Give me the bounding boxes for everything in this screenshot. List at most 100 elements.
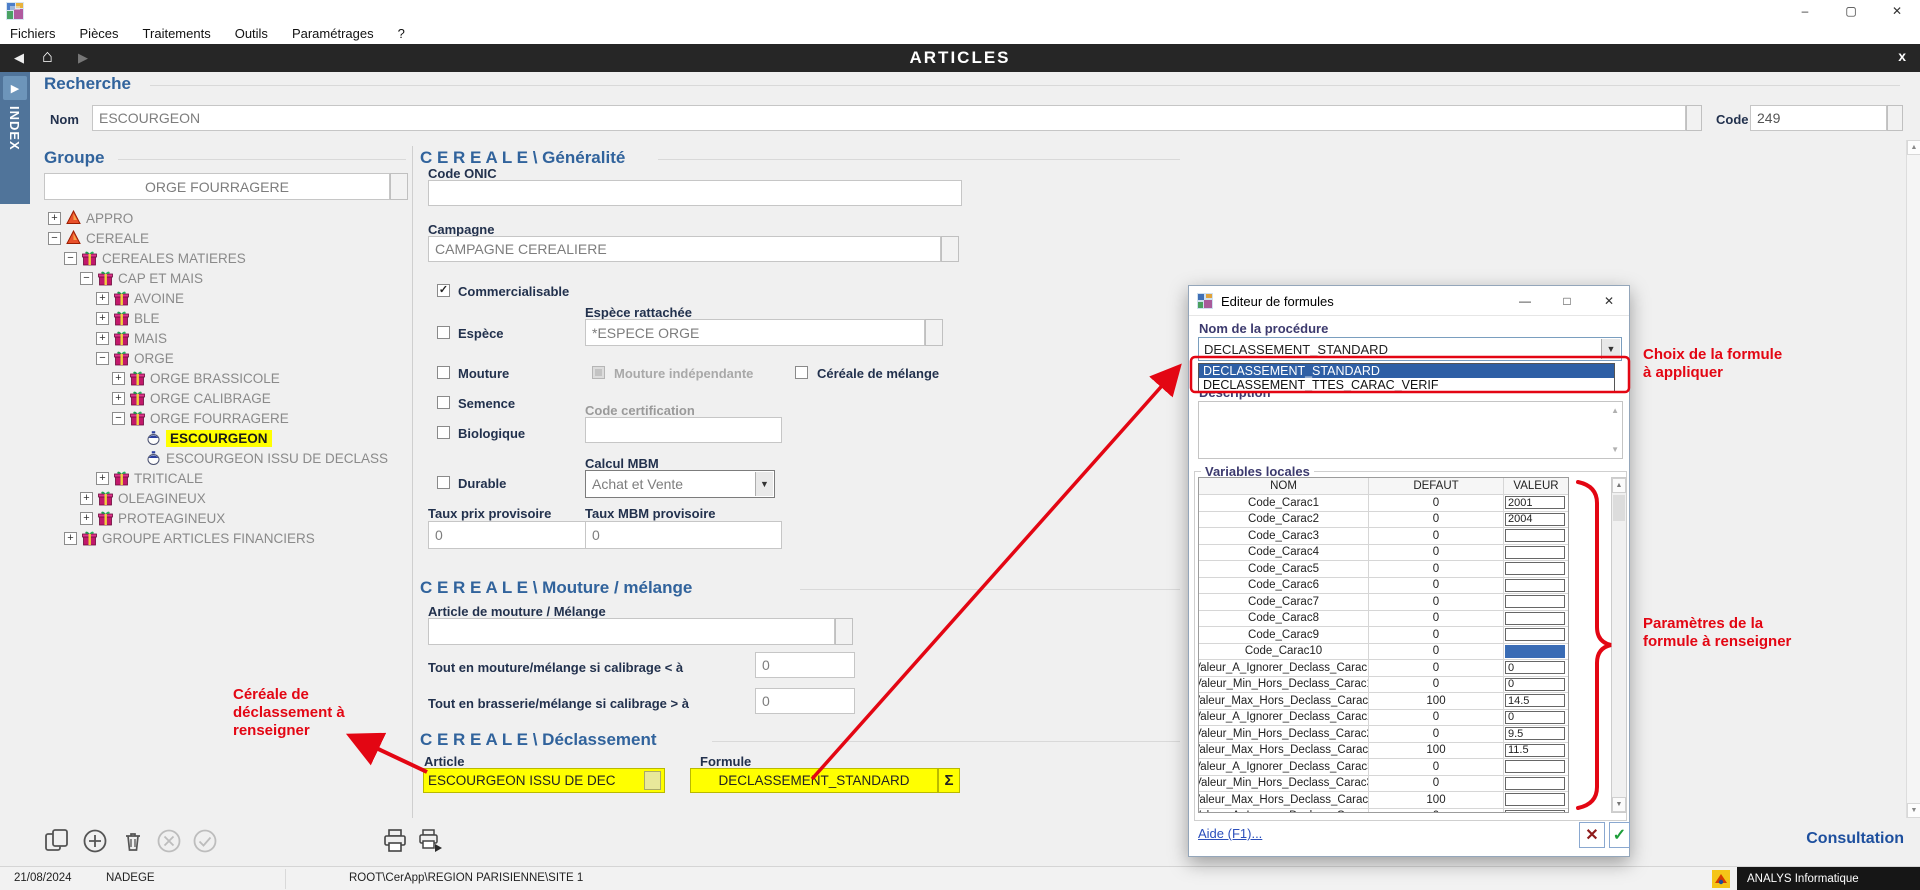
valeur-cell-input[interactable] (1505, 760, 1565, 773)
window-close-button[interactable]: ✕ (1874, 0, 1920, 22)
valeur-cell-input[interactable] (1505, 546, 1565, 559)
nom-input[interactable]: ESCOURGEON (92, 105, 1686, 131)
expand-icon[interactable]: + (96, 292, 109, 305)
tree-item-escourgeon-issu-de-declass[interactable]: ESCOURGEON ISSU DE DECLASS (40, 448, 410, 468)
dialog-minimize-button[interactable]: — (1505, 286, 1545, 315)
dialog-close-button[interactable]: ✕ (1589, 286, 1629, 315)
valeur-cell-input[interactable]: 11.5 (1505, 744, 1565, 757)
brasserie-calibrage-input[interactable]: 0 (755, 688, 855, 714)
expand-icon[interactable]: + (112, 392, 125, 405)
tree-item-mais[interactable]: +MAIS (40, 328, 410, 348)
valeur-cell-selected[interactable] (1505, 645, 1565, 658)
expand-icon[interactable]: + (96, 472, 109, 485)
collapse-icon[interactable]: − (112, 412, 125, 425)
tree-item-orge[interactable]: −ORGE (40, 348, 410, 368)
tree-item-cereales-matieres[interactable]: −CEREALES MATIERES (40, 248, 410, 268)
campagne-input[interactable]: CAMPAGNE CEREALIERE (428, 236, 941, 262)
formula-editor-sigma-icon[interactable]: Σ (938, 768, 960, 793)
expand-icon[interactable]: + (64, 532, 77, 545)
menu-item-?[interactable]: ? (388, 26, 419, 41)
valeur-cell-input[interactable] (1505, 562, 1565, 575)
menu-item-pices[interactable]: Pièces (70, 26, 133, 41)
dialog-validate-button[interactable]: ✓ (1609, 822, 1630, 848)
expand-icon[interactable]: + (48, 212, 61, 225)
tree-item-triticale[interactable]: +TRITICALE (40, 468, 410, 488)
groupe-selected-input[interactable]: ORGE FOURRAGERE (44, 173, 390, 200)
campagne-browse-button[interactable] (941, 236, 959, 262)
valeur-cell-input[interactable]: 0 (1505, 678, 1565, 691)
valeur-cell-input[interactable]: 9.5 (1505, 727, 1565, 740)
taux-mbm-input[interactable]: 0 (585, 521, 782, 549)
valeur-cell-input[interactable]: 0 (1505, 711, 1565, 724)
help-link[interactable]: Aide (F1)... (1198, 826, 1262, 841)
collapse-icon[interactable]: − (48, 232, 61, 245)
tree-item-appro[interactable]: +APPRO (40, 208, 410, 228)
procedure-option-0[interactable]: DECLASSEMENT_STANDARD (1199, 364, 1614, 378)
procedure-combobox[interactable]: DECLASSEMENT_STANDARD ▼ (1198, 337, 1622, 361)
table-scroll-thumb[interactable] (1613, 495, 1625, 521)
menu-item-paramtrages[interactable]: Paramétrages (282, 26, 388, 41)
valeur-cell-input[interactable] (1505, 793, 1565, 806)
expand-icon[interactable]: + (80, 492, 93, 505)
cereale-melange-checkbox[interactable] (795, 366, 808, 379)
valeur-cell-input[interactable]: 14.5 (1505, 694, 1565, 707)
article-mouture-browse-button[interactable] (835, 618, 853, 645)
expand-panel-icon[interactable]: ▶ (3, 76, 27, 100)
chevron-down-icon[interactable]: ▼ (1601, 339, 1620, 359)
print-button[interactable] (382, 828, 408, 854)
delete-button[interactable] (120, 828, 146, 854)
expand-icon[interactable]: + (96, 332, 109, 345)
espece-checkbox[interactable] (437, 326, 450, 339)
article-mouture-input[interactable] (428, 618, 835, 645)
table-scroll-up-icon[interactable]: ▲ (1612, 478, 1626, 493)
espece-rattachee-browse-button[interactable] (925, 319, 943, 346)
collapse-icon[interactable]: − (64, 252, 77, 265)
window-minimize-button[interactable]: – (1782, 0, 1828, 22)
tree-item-cap-et-mais[interactable]: −CAP ET MAIS (40, 268, 410, 288)
print-export-button[interactable] (418, 828, 444, 854)
valeur-cell-input[interactable] (1505, 810, 1565, 813)
tree-item-orge-calibrage[interactable]: +ORGE CALIBRAGE (40, 388, 410, 408)
durable-checkbox[interactable] (437, 476, 450, 489)
valeur-cell-input[interactable]: 0 (1505, 661, 1565, 674)
procedure-option-1[interactable]: DECLASSEMENT_TTES_CARAC_VERIF (1199, 378, 1614, 392)
code-onic-input[interactable] (428, 180, 962, 206)
vertical-scrollbar[interactable]: ▲ ▼ (1906, 140, 1920, 818)
code-input[interactable]: 249 (1750, 105, 1887, 131)
tree-item-orge-brassicole[interactable]: +ORGE BRASSICOLE (40, 368, 410, 388)
dialog-maximize-button[interactable]: □ (1547, 286, 1587, 315)
tree-item-escourgeon[interactable]: ESCOURGEON (40, 428, 410, 448)
page-close-button[interactable]: x (1898, 48, 1906, 64)
code-certification-input[interactable] (585, 417, 782, 443)
menu-item-outils[interactable]: Outils (225, 26, 282, 41)
valeur-cell-input[interactable] (1505, 777, 1565, 790)
valeur-cell-input[interactable]: 2001 (1505, 496, 1565, 509)
tree-item-groupe-articles-financiers[interactable]: +GROUPE ARTICLES FINANCIERS (40, 528, 410, 548)
biologique-checkbox[interactable] (437, 426, 450, 439)
groupe-browse-button[interactable] (390, 173, 408, 200)
dialog-cancel-button[interactable]: ✕ (1579, 822, 1605, 848)
expand-icon[interactable]: + (96, 312, 109, 325)
tree-item-avoine[interactable]: +AVOINE (40, 288, 410, 308)
scroll-up-icon[interactable]: ▲ (1907, 140, 1920, 155)
dialog-title-bar[interactable]: Editeur de formules — □ ✕ (1189, 286, 1629, 316)
menu-item-fichiers[interactable]: Fichiers (0, 26, 70, 41)
commercialisable-checkbox[interactable] (437, 284, 450, 297)
valeur-cell-input[interactable] (1505, 529, 1565, 542)
tree-item-proteagineux[interactable]: +PROTEAGINEUX (40, 508, 410, 528)
code-browse-button[interactable] (1887, 105, 1903, 131)
tree-item-oleagineux[interactable]: +OLEAGINEUX (40, 488, 410, 508)
desc-scroll-up-icon[interactable]: ▲ (1611, 406, 1619, 415)
chevron-down-icon[interactable]: ▼ (755, 472, 773, 496)
collapse-icon[interactable]: − (96, 352, 109, 365)
tree-item-ble[interactable]: +BLE (40, 308, 410, 328)
menu-item-traitements[interactable]: Traitements (133, 26, 225, 41)
mouture-checkbox[interactable] (437, 366, 450, 379)
valeur-cell-input[interactable] (1505, 595, 1565, 608)
duplicate-button[interactable] (44, 828, 70, 854)
formule-input[interactable]: DECLASSEMENT_STANDARD (690, 768, 938, 793)
valeur-cell-input[interactable] (1505, 628, 1565, 641)
tree-item-cereale[interactable]: −CEREALE (40, 228, 410, 248)
add-button[interactable] (82, 828, 108, 854)
desc-scroll-down-icon[interactable]: ▼ (1611, 445, 1619, 454)
